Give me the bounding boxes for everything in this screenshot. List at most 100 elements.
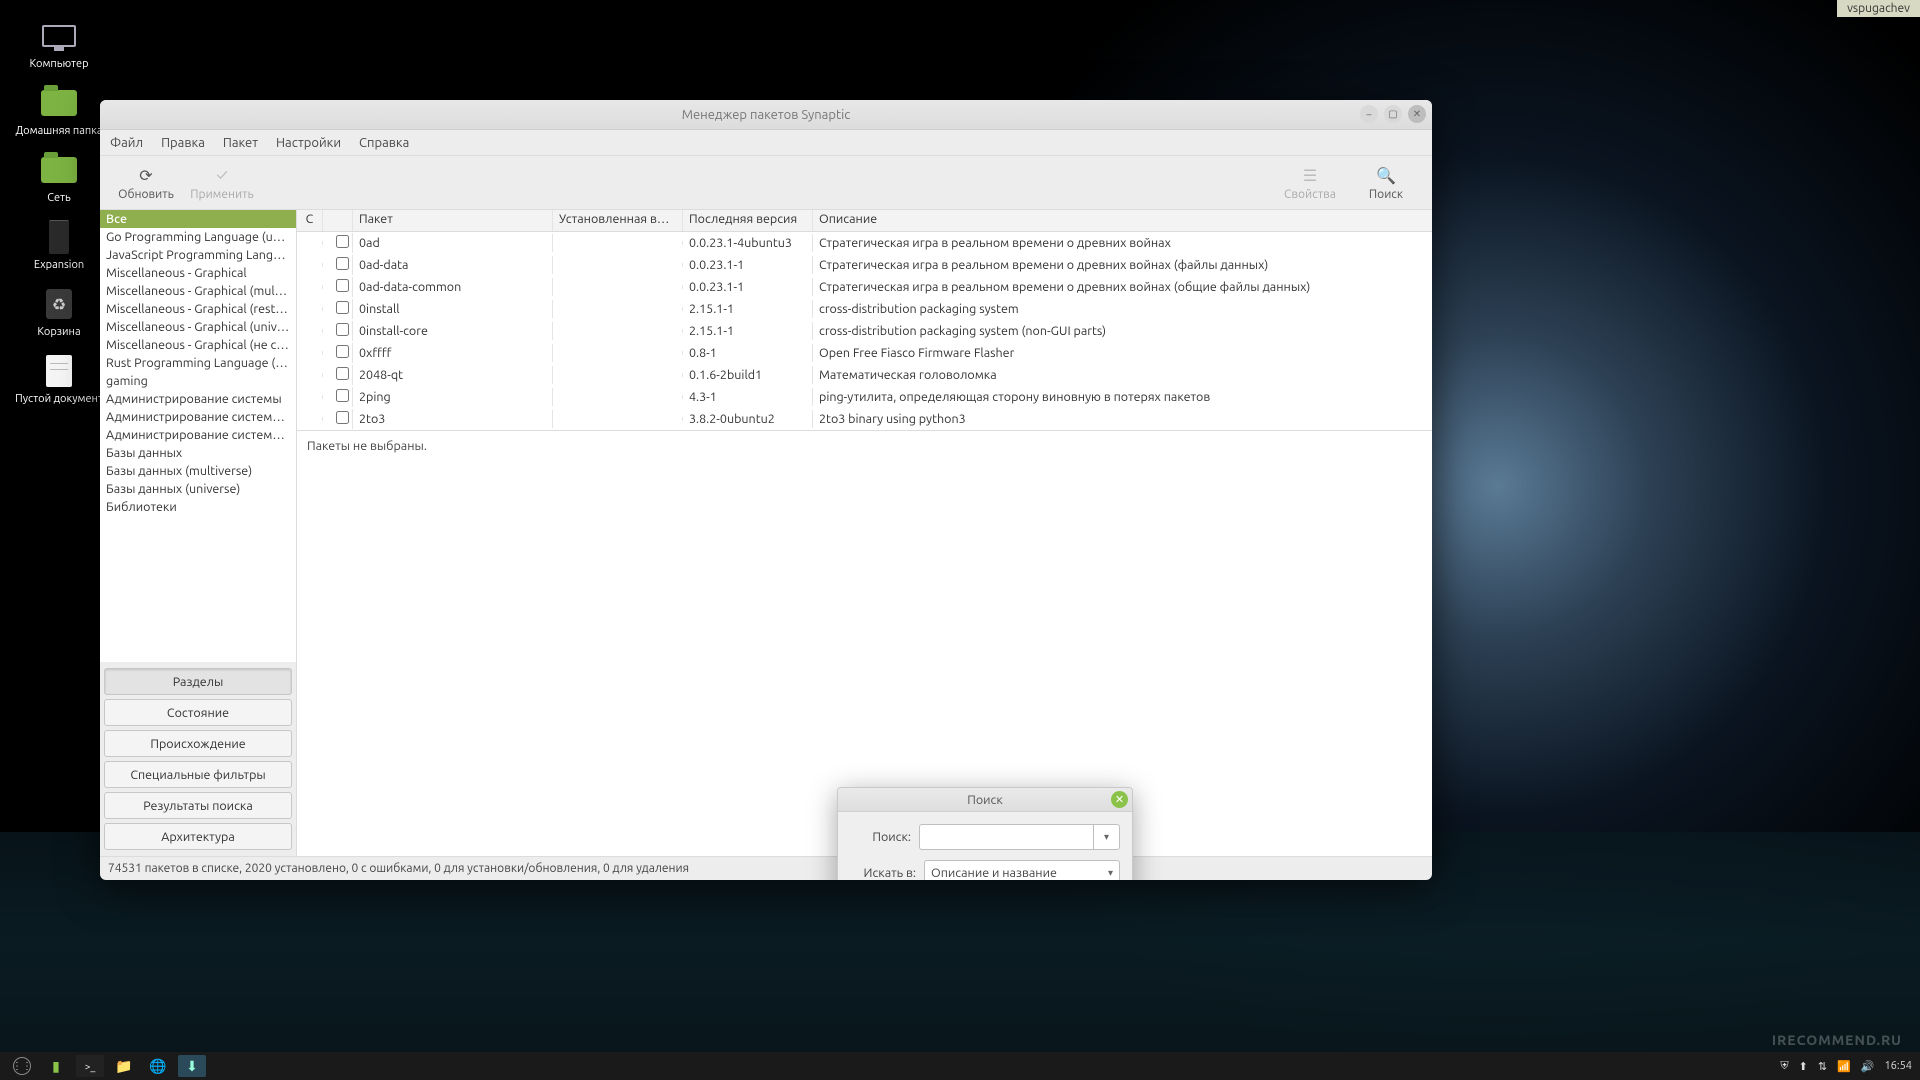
tray-network-icon[interactable]: ⇅: [1818, 1060, 1827, 1073]
minimize-button[interactable]: –: [1360, 105, 1378, 123]
package-checkbox[interactable]: [336, 257, 349, 270]
category-item[interactable]: gaming: [100, 372, 296, 390]
taskbar-chrome-icon[interactable]: 🌐: [144, 1055, 172, 1077]
tray-clock[interactable]: 16:54: [1884, 1060, 1912, 1072]
window-titlebar[interactable]: Менеджер пакетов Synaptic – ▢ ✕: [100, 100, 1432, 130]
category-item[interactable]: Miscellaneous - Graphical (multiverse): [100, 282, 296, 300]
category-list[interactable]: ВсеGo Programming Language (universe)Jav…: [100, 210, 296, 662]
checkbox-cell[interactable]: [323, 321, 353, 341]
category-item[interactable]: Администрирование системы (multiverse): [100, 408, 296, 426]
table-row[interactable]: 2ping4.3-1ping-утилита, определяющая сто…: [297, 386, 1432, 408]
checkbox-cell[interactable]: [323, 387, 353, 407]
search-button[interactable]: 🔍 Поиск: [1348, 164, 1424, 201]
filter-button[interactable]: Результаты поиска: [104, 792, 292, 819]
filter-button[interactable]: Специальные фильтры: [104, 761, 292, 788]
col-description[interactable]: Описание: [813, 210, 1432, 231]
category-item[interactable]: Miscellaneous - Graphical (не свободные): [100, 336, 296, 354]
col-status[interactable]: С: [297, 210, 323, 231]
dialog-close-button[interactable]: ✕: [1111, 791, 1128, 808]
col-latest[interactable]: Последняя версия: [683, 210, 813, 231]
desktop-icon-label: Expansion: [14, 259, 104, 271]
table-row[interactable]: 2048-qt0.1.6-2build1Математическая голов…: [297, 364, 1432, 386]
package-checkbox[interactable]: [336, 411, 349, 424]
table-row[interactable]: 0ad-data-common0.0.23.1-1Стратегическая …: [297, 276, 1432, 298]
package-checkbox[interactable]: [336, 389, 349, 402]
filter-button[interactable]: Архитектура: [104, 823, 292, 850]
table-row[interactable]: 0install-core2.15.1-1cross-distribution …: [297, 320, 1432, 342]
category-item[interactable]: Miscellaneous - Graphical: [100, 264, 296, 282]
table-row[interactable]: 2to33.8.2-0ubuntu22to3 binary using pyth…: [297, 408, 1432, 430]
package-checkbox[interactable]: [336, 235, 349, 248]
tray-updates-icon[interactable]: ⬆: [1799, 1060, 1808, 1073]
desktop-icon-folder[interactable]: Сеть: [14, 152, 104, 204]
table-row[interactable]: 0install2.15.1-1cross-distribution packa…: [297, 298, 1432, 320]
category-item[interactable]: Все: [100, 210, 296, 228]
status-cell: [297, 395, 323, 399]
category-item[interactable]: JavaScript Programming Language: [100, 246, 296, 264]
checkbox-cell[interactable]: [323, 365, 353, 385]
category-item[interactable]: Базы данных (multiverse): [100, 462, 296, 480]
category-item[interactable]: Базы данных (universe): [100, 480, 296, 498]
category-item[interactable]: Базы данных: [100, 444, 296, 462]
status-cell: [297, 329, 323, 333]
col-checkbox: [323, 210, 353, 231]
checkbox-cell[interactable]: [323, 255, 353, 275]
checkbox-cell[interactable]: [323, 299, 353, 319]
maximize-button[interactable]: ▢: [1384, 105, 1402, 123]
taskbar-synaptic-icon[interactable]: ⬇: [178, 1055, 206, 1077]
package-name: 0ad-data-common: [353, 278, 553, 296]
desktop-icons: Компьютер Домашняя папка Сеть Expansion ♻Кор…: [14, 18, 104, 405]
taskbar-folder-icon[interactable]: 📁: [110, 1055, 138, 1077]
category-item[interactable]: Библиотеки: [100, 498, 296, 516]
tray-volume-icon[interactable]: 🔊: [1861, 1060, 1875, 1073]
tray-wifi-icon[interactable]: 📶: [1837, 1060, 1851, 1073]
category-item[interactable]: Администрирование системы (universe): [100, 426, 296, 444]
filter-button[interactable]: Разделы: [104, 668, 292, 695]
close-button[interactable]: ✕: [1408, 105, 1426, 123]
table-row[interactable]: 0ad0.0.23.1-4ubuntu3Стратегическая игра …: [297, 232, 1432, 254]
start-menu-button[interactable]: ⋮⋮: [8, 1055, 36, 1077]
taskbar-files-icon[interactable]: ▮: [42, 1055, 70, 1077]
table-row[interactable]: 0xffff0.8-1Open Free Fiasco Firmware Fla…: [297, 342, 1432, 364]
filter-button[interactable]: Состояние: [104, 699, 292, 726]
category-item[interactable]: Miscellaneous - Graphical (restricted): [100, 300, 296, 318]
table-header[interactable]: С Пакет Установленная версия Последняя в…: [297, 210, 1432, 232]
latest-version: 0.0.23.1-1: [683, 278, 813, 296]
col-installed[interactable]: Установленная версия: [553, 210, 683, 231]
package-checkbox[interactable]: [336, 323, 349, 336]
package-checkbox[interactable]: [336, 345, 349, 358]
package-checkbox[interactable]: [336, 367, 349, 380]
col-package[interactable]: Пакет: [353, 210, 553, 231]
menu-настройки[interactable]: Настройки: [276, 136, 341, 150]
desktop-icon-trash[interactable]: ♻Корзина: [14, 286, 104, 338]
menu-справка[interactable]: Справка: [359, 136, 409, 150]
lookin-combo[interactable]: Описание и название ▾: [924, 860, 1120, 880]
filter-button[interactable]: Происхождение: [104, 730, 292, 757]
checkbox-cell[interactable]: [323, 343, 353, 363]
menu-правка[interactable]: Правка: [161, 136, 205, 150]
search-input[interactable]: [919, 824, 1094, 850]
desktop-icon-folder[interactable]: Домашняя папка: [14, 85, 104, 137]
category-item[interactable]: Администрирование системы: [100, 390, 296, 408]
search-history-dropdown[interactable]: ▾: [1094, 824, 1120, 850]
menu-пакет[interactable]: Пакет: [223, 136, 258, 150]
category-item[interactable]: Rust Programming Language (universe): [100, 354, 296, 372]
package-checkbox[interactable]: [336, 279, 349, 292]
desktop-icon-drive[interactable]: Expansion: [14, 219, 104, 271]
desktop-icon-monitor[interactable]: Компьютер: [14, 18, 104, 70]
dialog-titlebar[interactable]: Поиск ✕: [838, 788, 1132, 812]
tray-shield-icon[interactable]: ⛨: [1780, 1060, 1788, 1073]
category-item[interactable]: Miscellaneous - Graphical (universe): [100, 318, 296, 336]
menu-файл[interactable]: Файл: [110, 136, 143, 150]
refresh-button[interactable]: ⟳ Обновить: [108, 164, 184, 201]
category-item[interactable]: Go Programming Language (universe): [100, 228, 296, 246]
checkbox-cell[interactable]: [323, 277, 353, 297]
package-checkbox[interactable]: [336, 301, 349, 314]
table-row[interactable]: 0ad-data0.0.23.1-1Стратегическая игра в …: [297, 254, 1432, 276]
desktop-icon-file[interactable]: Пустой документ: [14, 353, 104, 405]
checkbox-cell[interactable]: [323, 409, 353, 429]
monitor-icon: [39, 18, 79, 54]
taskbar-terminal-icon[interactable]: >_: [76, 1055, 104, 1077]
checkbox-cell[interactable]: [323, 233, 353, 253]
refresh-label: Обновить: [108, 188, 184, 201]
